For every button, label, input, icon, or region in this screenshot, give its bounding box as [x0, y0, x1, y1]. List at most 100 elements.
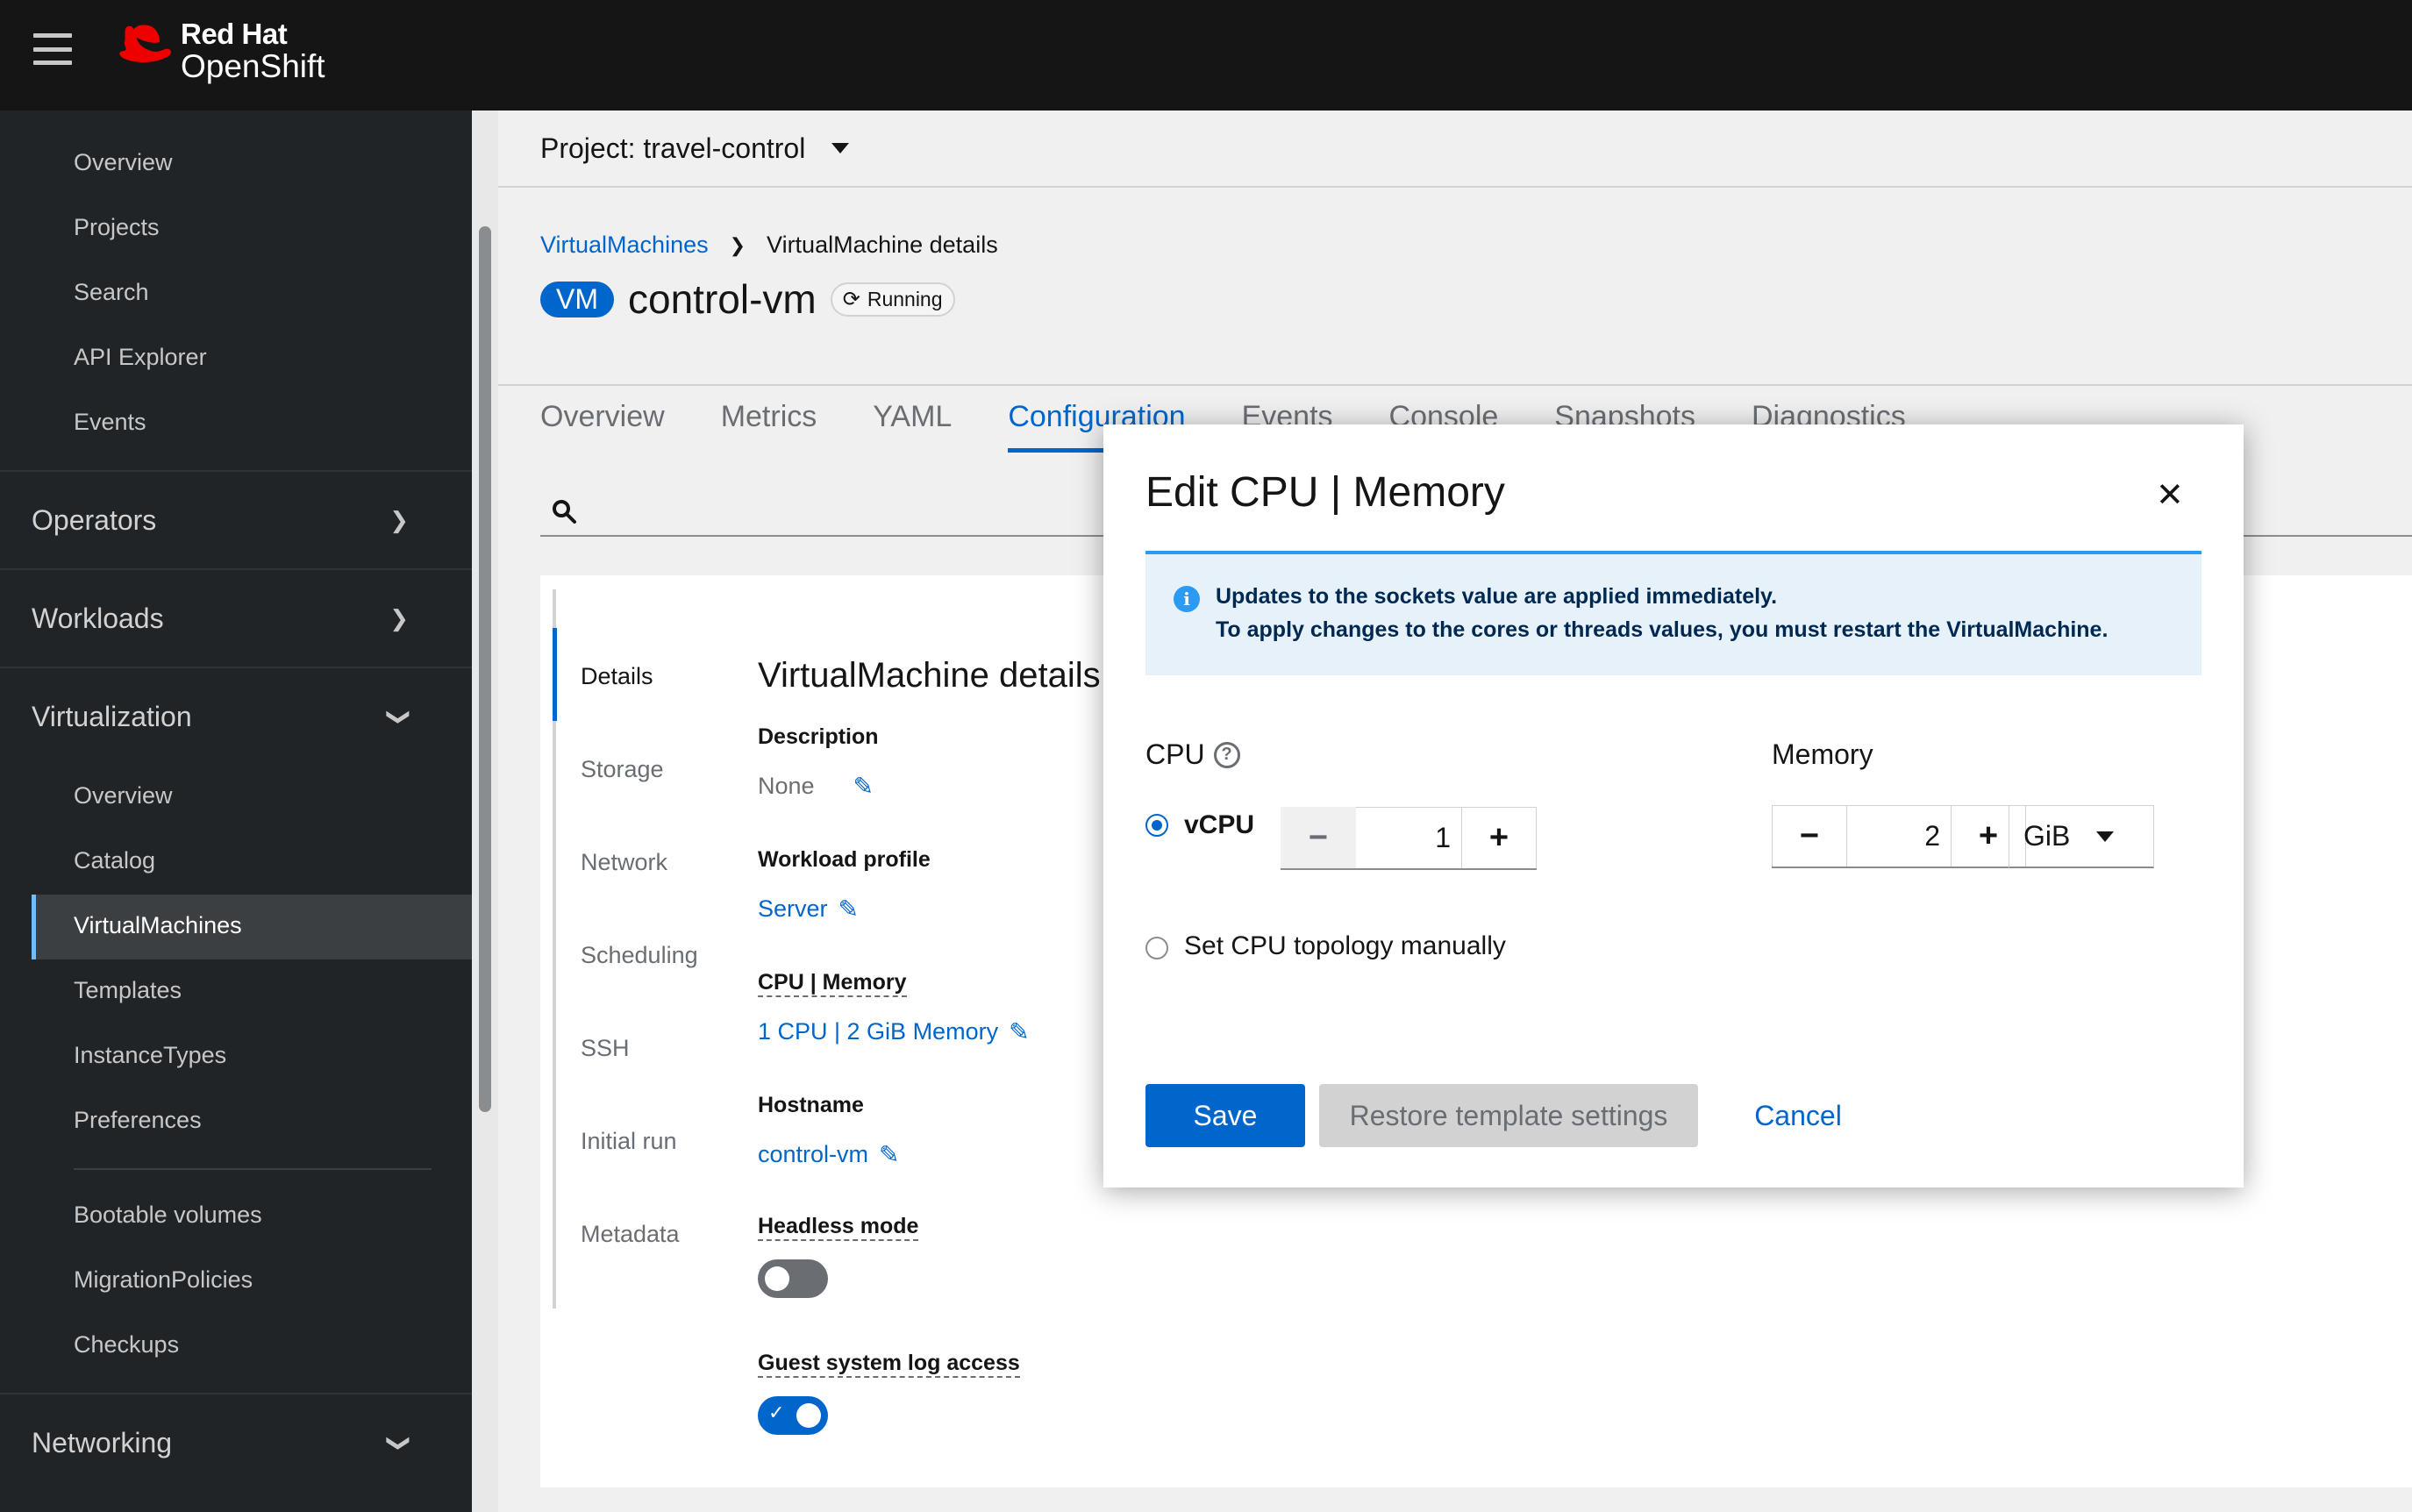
sidebar-divider: [74, 1168, 432, 1170]
brand-name: Red Hat: [181, 18, 288, 51]
info-icon: i: [1174, 586, 1200, 612]
cpu-memory-text: 1 CPU | 2 GiB Memory: [758, 1018, 999, 1045]
vtab-initial-run[interactable]: Initial run: [581, 1128, 677, 1155]
chevron-right-icon: ❯: [389, 604, 409, 631]
memory-decrement-button[interactable]: −: [1772, 805, 1847, 867]
cancel-button[interactable]: Cancel: [1728, 1084, 1868, 1147]
memory-label: Memory: [1772, 738, 1873, 770]
sidebar-item-events[interactable]: Events: [74, 409, 146, 436]
check-icon: ✓: [768, 1401, 785, 1423]
cpu-memory-label: CPU | Memory: [758, 970, 907, 997]
guest-log-toggle[interactable]: ✓: [758, 1396, 828, 1435]
vertical-tab-active-indicator: [553, 628, 557, 721]
sidebar-section-operators[interactable]: Operators ❯: [0, 470, 472, 568]
vtab-scheduling[interactable]: Scheduling: [581, 942, 698, 969]
chevron-right-icon: ❯: [389, 506, 409, 533]
sidebar-item-catalog[interactable]: Catalog: [74, 847, 155, 874]
vcpu-label: vCPU: [1184, 810, 1255, 839]
memory-unit-select[interactable]: GiB: [2009, 805, 2154, 868]
pencil-icon[interactable]: ✎: [838, 895, 859, 924]
pencil-icon[interactable]: ✎: [853, 772, 874, 801]
vcpu-decrement-button[interactable]: −: [1281, 807, 1356, 868]
tab-yaml[interactable]: YAML: [873, 400, 952, 453]
sidebar-item-api-explorer[interactable]: API Explorer: [74, 344, 207, 371]
page-title: control-vm: [628, 276, 817, 322]
sidebar: Overview Projects Search API Explorer Ev…: [0, 111, 472, 1512]
red-hat-icon: [119, 25, 171, 63]
sidebar-item-instancetypes[interactable]: InstanceTypes: [74, 1042, 226, 1069]
pencil-icon[interactable]: ✎: [879, 1140, 899, 1169]
headless-mode-label: Headless mode: [758, 1214, 919, 1241]
sidebar-item-checkups[interactable]: Checkups: [74, 1331, 179, 1359]
modal-title: Edit CPU | Memory: [1145, 469, 1505, 516]
breadcrumb-link-virtualmachines[interactable]: VirtualMachines: [540, 232, 709, 259]
cpu-memory-value[interactable]: 1 CPU | 2 GiB Memory ✎: [758, 1017, 1030, 1046]
section-label: Networking: [32, 1426, 173, 1459]
guest-log-label: Guest system log access: [758, 1351, 1020, 1378]
sidebar-section-virtualization[interactable]: Virtualization ❯: [0, 667, 472, 765]
description-value: None ✎: [758, 772, 874, 801]
sidebar-item-migrationpolicies[interactable]: MigrationPolicies: [74, 1266, 253, 1294]
project-label: Project: travel-control: [540, 132, 806, 164]
sidebar-item-projects[interactable]: Projects: [74, 214, 160, 241]
help-icon[interactable]: ?: [1213, 741, 1240, 768]
status-badge: ⟳ Running: [830, 282, 955, 317]
memory-unit-value: GiB: [2023, 820, 2071, 852]
cpu-label-text: CPU: [1145, 738, 1205, 770]
toggle-knob: [796, 1403, 821, 1428]
hostname-text: control-vm: [758, 1141, 869, 1167]
vtab-details[interactable]: Details: [581, 663, 653, 690]
toggle-knob: [765, 1266, 789, 1291]
memory-stepper: − 2 +: [1772, 805, 2026, 868]
pencil-icon[interactable]: ✎: [1009, 1017, 1029, 1046]
project-selector[interactable]: Project: travel-control: [498, 111, 2412, 188]
vcpu-increment-button[interactable]: +: [1461, 807, 1537, 868]
hostname-value[interactable]: control-vm ✎: [758, 1140, 900, 1169]
hostname-label: Hostname: [758, 1093, 864, 1117]
workload-profile-text: Server: [758, 895, 828, 922]
alert-line-2: To apply changes to the cores or threads…: [1216, 617, 2109, 642]
cpu-topology-radio[interactable]: [1145, 937, 1168, 959]
memory-input[interactable]: 2: [1847, 805, 1951, 867]
sidebar-item-templates[interactable]: Templates: [74, 977, 182, 1004]
sidebar-section-workloads[interactable]: Workloads ❯: [0, 568, 472, 667]
redhat-logo[interactable]: Red Hat OpenShift: [116, 12, 325, 91]
tab-overview[interactable]: Overview: [540, 400, 665, 453]
sidebar-item-virtualmachines[interactable]: VirtualMachines: [74, 912, 242, 939]
vtab-metadata[interactable]: Metadata: [581, 1221, 680, 1248]
vtab-storage[interactable]: Storage: [581, 756, 664, 783]
sidebar-item-overview[interactable]: Overview: [74, 149, 173, 176]
save-button[interactable]: Save: [1145, 1084, 1305, 1147]
sidebar-scrollbar[interactable]: [479, 226, 491, 1112]
sidebar-item-search[interactable]: Search: [74, 279, 149, 306]
header-divider: [498, 384, 2412, 386]
sidebar-section-networking[interactable]: Networking ❯: [0, 1393, 472, 1491]
restore-template-button[interactable]: Restore template settings: [1319, 1084, 1698, 1147]
vtab-network[interactable]: Network: [581, 849, 667, 876]
breadcrumb-current: VirtualMachine details: [767, 232, 998, 258]
chevron-down-icon: ❯: [386, 707, 413, 726]
section-label: Operators: [32, 503, 157, 536]
tab-metrics[interactable]: Metrics: [721, 400, 817, 453]
vcpu-radio[interactable]: [1145, 814, 1168, 837]
vcpu-stepper: − 1 +: [1281, 807, 1537, 870]
vtab-ssh[interactable]: SSH: [581, 1035, 630, 1062]
page-header: VM control-vm ⟳ Running: [540, 275, 955, 323]
alert-line-1: Updates to the sockets value are applied…: [1216, 584, 1778, 609]
sidebar-item-virt-overview[interactable]: Overview: [74, 782, 173, 809]
vcpu-input[interactable]: 1: [1356, 807, 1461, 868]
caret-down-icon: [2096, 831, 2115, 842]
close-icon[interactable]: ✕: [2156, 475, 2184, 515]
chevron-right-icon: ❯: [729, 233, 746, 256]
section-label: Workloads: [32, 602, 164, 634]
headless-mode-toggle[interactable]: [758, 1259, 828, 1298]
search-icon: [553, 500, 576, 524]
section-title: VirtualMachine details: [758, 656, 1101, 695]
workload-profile-value[interactable]: Server ✎: [758, 895, 859, 924]
hamburger-menu-icon[interactable]: [33, 33, 72, 65]
sidebar-item-preferences[interactable]: Preferences: [74, 1107, 202, 1134]
cpu-label: CPU ?: [1145, 738, 1240, 771]
sidebar-item-bootable-volumes[interactable]: Bootable volumes: [74, 1202, 262, 1229]
section-label: Virtualization: [32, 700, 192, 732]
edit-cpu-memory-modal: Edit CPU | Memory ✕ i Updates to the soc…: [1103, 424, 2244, 1187]
